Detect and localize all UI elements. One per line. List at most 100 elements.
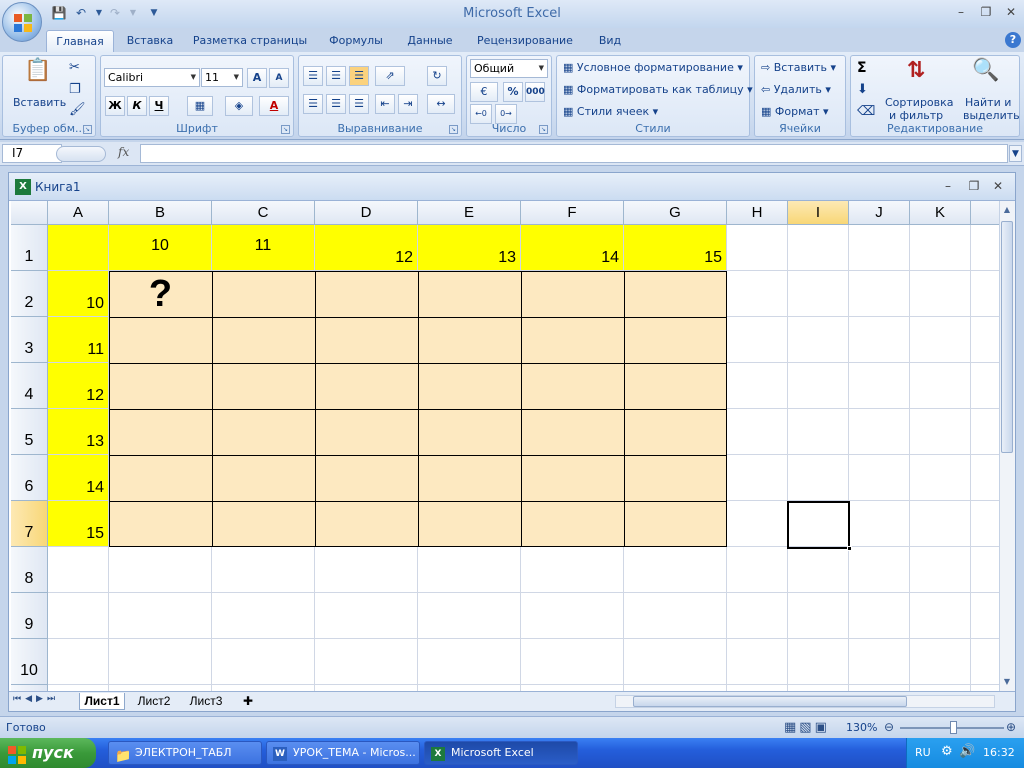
column-header-f[interactable]: F [521, 201, 624, 225]
format-painter-icon[interactable]: 🖌 [69, 102, 86, 117]
font-launcher-icon[interactable]: ↘ [281, 125, 290, 134]
align-middle-icon[interactable]: ☰ [326, 66, 346, 86]
sheet-tab-2[interactable]: Лист2 [131, 693, 177, 710]
row-header-9[interactable]: 9 [11, 593, 48, 639]
taskbar-item-folder[interactable]: 📁 ЭЛЕКТРОН_ТАБЛ [108, 741, 262, 765]
row-header-6[interactable]: 6 [11, 455, 48, 501]
volume-icon[interactable]: 🔊 [959, 744, 975, 759]
close-icon[interactable]: ✕ [1000, 4, 1022, 20]
zoom-out-icon[interactable]: ⊖ [884, 720, 894, 734]
cut-icon[interactable]: ✂ [69, 60, 80, 75]
tab-data[interactable]: Данные [398, 30, 462, 52]
font-size-select[interactable]: 11 ▼ [201, 68, 243, 87]
fill-color-icon[interactable]: ◈ [225, 96, 253, 116]
cell-a6[interactable]: 14 [48, 455, 109, 501]
cell-b1[interactable]: 10 [109, 225, 212, 271]
help-icon[interactable]: ? [1005, 32, 1021, 48]
column-header-b[interactable]: B [109, 201, 212, 225]
sheet-tab-3[interactable]: Лист3 [183, 693, 229, 710]
copy-icon[interactable]: ❐ [69, 82, 81, 97]
clipboard-launcher-icon[interactable]: ↘ [83, 125, 92, 134]
select-all-corner[interactable] [11, 201, 48, 225]
align-right-icon[interactable]: ☰ [349, 94, 369, 114]
cell-c1[interactable]: 11 [212, 225, 315, 271]
tab-view[interactable]: Вид [588, 30, 632, 52]
column-header-d[interactable]: D [315, 201, 418, 225]
tab-insert[interactable]: Вставка [118, 30, 182, 52]
bold-button[interactable]: Ж [105, 96, 125, 116]
tab-page-layout[interactable]: Разметка страницы [188, 30, 312, 52]
expand-formula-bar-icon[interactable]: ▼ [1009, 145, 1022, 162]
row-header-3[interactable]: 3 [11, 317, 48, 363]
insert-cells-button[interactable]: ⇨ Вставить ▾ [761, 61, 836, 74]
column-header-a[interactable]: A [48, 201, 109, 225]
minimize-icon[interactable]: – [950, 4, 972, 20]
find-select-icon[interactable]: 🔍 [969, 58, 1003, 88]
redo-dropdown-icon[interactable]: ▼ [124, 5, 142, 21]
horizontal-scroll-thumb[interactable] [633, 696, 907, 707]
font-color-button[interactable]: A [259, 96, 289, 116]
cell-a1[interactable] [48, 225, 109, 271]
taskbar-item-word[interactable]: W УРОК_ТЕМА - Micros... [266, 741, 420, 765]
align-top-icon[interactable]: ☰ [303, 66, 323, 86]
cell-b2-question[interactable]: ? [109, 271, 212, 317]
active-cell-i7[interactable] [787, 501, 850, 549]
increase-decimal-icon[interactable]: ←0 [470, 104, 492, 124]
row-header-1[interactable]: 1 [11, 225, 48, 271]
italic-button[interactable]: К [127, 96, 147, 116]
wb-minimize-icon[interactable]: – [937, 178, 959, 194]
sheet-nav-icons[interactable]: ⏮◀▶⏭ [13, 694, 59, 704]
fill-handle[interactable] [847, 546, 852, 551]
number-format-dropdown-icon[interactable]: ▼ [539, 60, 544, 77]
row-header-2[interactable]: 2 [11, 271, 48, 317]
name-box[interactable]: I7 [2, 144, 62, 163]
format-cells-button[interactable]: ▦ Формат ▾ [761, 105, 829, 118]
row-header-7[interactable]: 7 [11, 501, 48, 547]
format-as-table-button[interactable]: ▦ Форматировать как таблицу ▾ [563, 83, 753, 96]
spreadsheet-grid[interactable]: A B C D E F G H I J K 1 2 3 4 5 6 7 8 9 … [11, 201, 999, 691]
fill-icon[interactable]: ⬇ [857, 82, 868, 97]
column-header-i[interactable]: I [788, 201, 849, 225]
borders-icon[interactable]: ▦ [187, 96, 213, 116]
column-header-e[interactable]: E [418, 201, 521, 225]
vertical-scroll-thumb[interactable] [1001, 221, 1013, 453]
tab-review[interactable]: Рецензирование [468, 30, 582, 52]
cell-a4[interactable]: 12 [48, 363, 109, 409]
tray-app-icon[interactable]: ⚙ [941, 744, 953, 759]
restore-icon[interactable]: ❐ [975, 4, 997, 20]
tab-formulas[interactable]: Формулы [320, 30, 392, 52]
taskbar-item-excel[interactable]: X Microsoft Excel [424, 741, 578, 765]
name-box-dropdown[interactable] [56, 146, 106, 162]
autosum-button[interactable]: Σ [857, 60, 867, 76]
currency-icon[interactable]: € [470, 82, 498, 102]
font-size-dropdown-icon[interactable]: ▼ [234, 69, 239, 86]
column-header-h[interactable]: H [727, 201, 788, 225]
alignment-launcher-icon[interactable]: ↘ [449, 125, 458, 134]
paste-button[interactable]: Вставить [13, 96, 66, 109]
grow-font-button[interactable]: A [247, 68, 267, 88]
formula-input[interactable] [140, 144, 1008, 163]
column-header-k[interactable]: K [910, 201, 971, 225]
increase-indent-icon[interactable]: ⇥ [398, 94, 418, 114]
font-name-dropdown-icon[interactable]: ▼ [191, 69, 196, 86]
merge-center-icon[interactable]: ↔ [427, 94, 455, 114]
tab-home[interactable]: Главная [46, 30, 114, 52]
font-name-select[interactable]: Calibri ▼ [104, 68, 200, 87]
redo-icon[interactable]: ↷ [106, 5, 124, 21]
scroll-down-icon[interactable]: ▼ [1000, 675, 1014, 689]
decrease-decimal-icon[interactable]: 0→ [495, 104, 517, 124]
paste-icon[interactable]: 📋 [21, 58, 55, 92]
cell-a5[interactable]: 13 [48, 409, 109, 455]
row-header-8[interactable]: 8 [11, 547, 48, 593]
thousands-button[interactable]: 000 [525, 82, 545, 102]
decrease-indent-icon[interactable]: ⇤ [375, 94, 395, 114]
row-header-10[interactable]: 10 [11, 639, 48, 685]
percent-button[interactable]: % [503, 82, 523, 102]
sort-filter-icon[interactable]: ⇅ [899, 58, 933, 88]
office-button[interactable] [2, 2, 42, 42]
scroll-up-icon[interactable]: ▲ [1000, 203, 1014, 217]
undo-icon[interactable]: ↶ [72, 5, 90, 21]
start-button[interactable]: пуск [0, 738, 96, 768]
customize-qat-icon[interactable]: ▼ [145, 5, 163, 21]
underline-button[interactable]: Ч [149, 96, 169, 116]
